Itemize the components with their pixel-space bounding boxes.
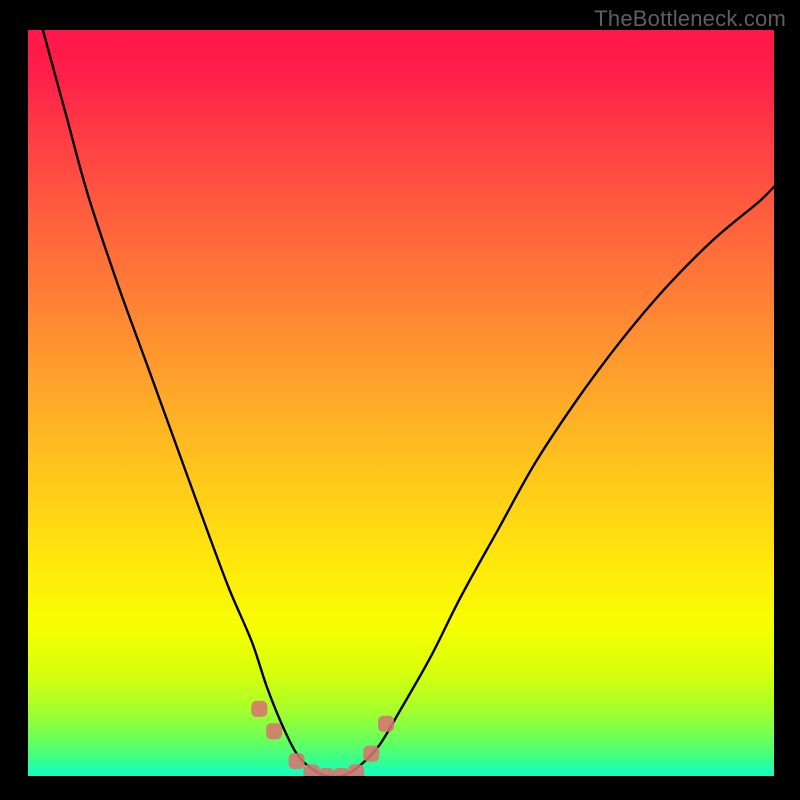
valley-markers — [251, 701, 394, 776]
plot-area — [28, 30, 774, 776]
valley-marker — [333, 768, 349, 776]
valley-marker — [304, 764, 320, 776]
bottleneck-curve — [43, 30, 774, 776]
valley-marker — [363, 746, 379, 762]
valley-marker — [378, 716, 394, 732]
curve-layer — [28, 30, 774, 776]
valley-marker — [251, 701, 267, 717]
valley-marker — [318, 768, 334, 776]
valley-marker — [289, 753, 305, 769]
valley-marker — [266, 723, 282, 739]
chart-frame: TheBottleneck.com — [0, 0, 800, 800]
watermark-text: TheBottleneck.com — [594, 6, 786, 32]
valley-marker — [348, 764, 364, 776]
